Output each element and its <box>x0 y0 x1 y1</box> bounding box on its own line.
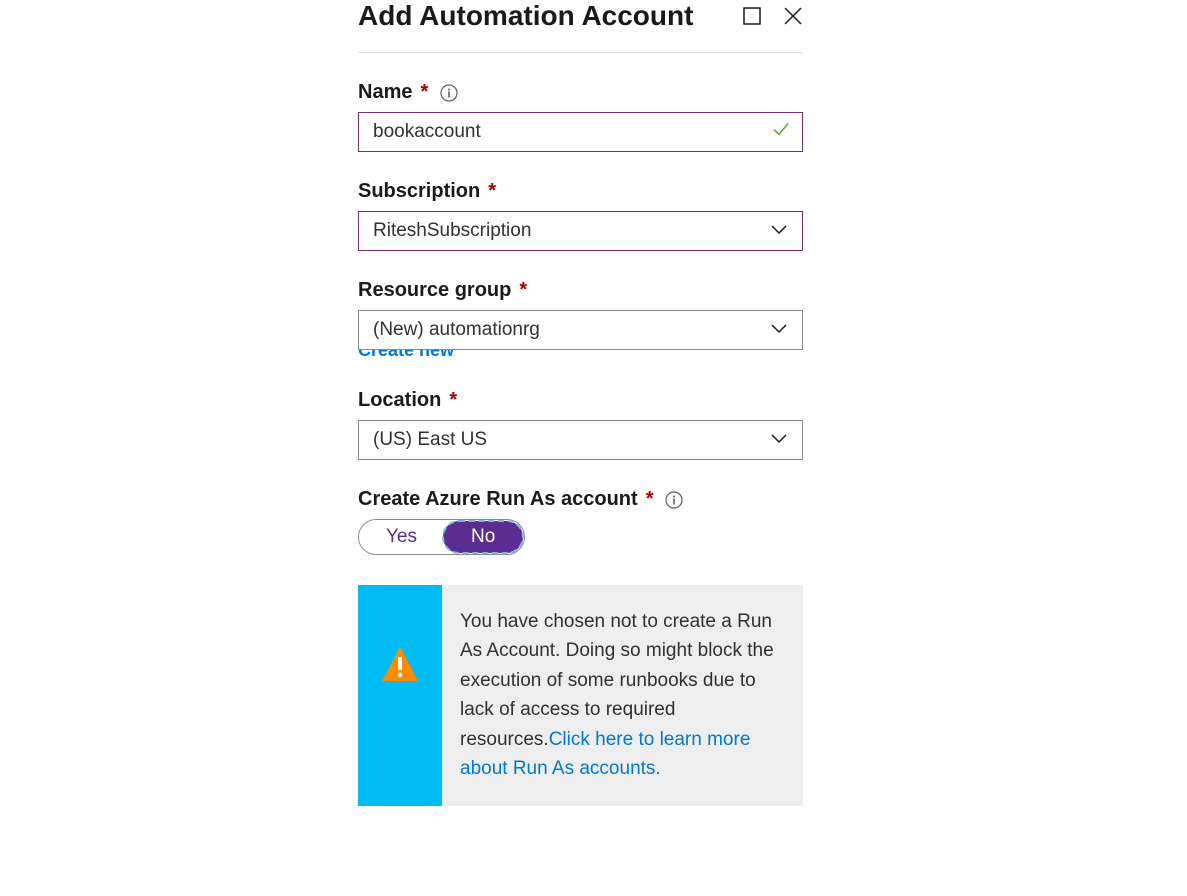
info-icon <box>440 84 458 102</box>
name-input-wrap: bookaccount <box>358 112 803 152</box>
subscription-value: RiteshSubscription <box>373 220 531 242</box>
subscription-select-wrap: RiteshSubscription <box>358 211 803 251</box>
name-input-value: bookaccount <box>373 121 481 143</box>
runas-label: Create Azure Run As account <box>358 488 638 511</box>
required-indicator: * <box>488 180 496 203</box>
chevron-down-icon <box>770 323 788 335</box>
location-value: (US) East US <box>373 429 487 451</box>
resource-group-label-row: Resource group * <box>358 279 803 302</box>
runas-toggle: Yes No <box>358 519 525 555</box>
warning-icon <box>378 643 422 687</box>
subscription-chevron <box>770 220 788 242</box>
resource-group-select[interactable]: (New) automationrg <box>358 310 803 350</box>
runas-no-button[interactable]: No <box>443 521 523 553</box>
maximize-button[interactable] <box>743 7 761 25</box>
subscription-label-row: Subscription * <box>358 180 803 203</box>
runas-info-icon[interactable] <box>665 491 683 509</box>
required-indicator: * <box>449 389 457 412</box>
close-icon <box>783 6 803 26</box>
panel-title: Add Automation Account <box>358 0 693 32</box>
location-select-wrap: (US) East US <box>358 420 803 460</box>
name-valid-icon <box>771 120 791 145</box>
runas-yes-button[interactable]: Yes <box>360 521 443 553</box>
name-info-icon[interactable] <box>440 84 458 102</box>
location-select[interactable]: (US) East US <box>358 420 803 460</box>
add-automation-account-panel: Add Automation Account Name * <box>358 0 803 806</box>
subscription-field-group: Subscription * RiteshSubscription <box>358 180 803 251</box>
info-icon <box>665 491 683 509</box>
chevron-down-icon <box>770 224 788 236</box>
location-chevron <box>770 429 788 451</box>
resource-group-label: Resource group <box>358 279 511 302</box>
check-icon <box>771 120 791 140</box>
location-field-group: Location * (US) East US <box>358 389 803 460</box>
chevron-down-icon <box>770 433 788 445</box>
required-indicator: * <box>420 81 428 104</box>
runas-warning-box: You have chosen not to create a Run As A… <box>358 585 803 806</box>
close-button[interactable] <box>783 6 803 26</box>
name-label-row: Name * <box>358 81 803 104</box>
resource-group-select-wrap: (New) automationrg <box>358 310 803 350</box>
warning-content: You have chosen not to create a Run As A… <box>442 585 803 806</box>
location-label-row: Location * <box>358 389 803 412</box>
runas-field-group: Create Azure Run As account * Yes No <box>358 488 803 555</box>
subscription-select[interactable]: RiteshSubscription <box>358 211 803 251</box>
resource-group-value: (New) automationrg <box>373 319 540 341</box>
warning-sidebar <box>358 585 442 806</box>
name-label: Name <box>358 81 412 104</box>
resource-group-field-group: Resource group * (New) automationrg <box>358 279 803 350</box>
header-actions <box>743 6 803 26</box>
required-indicator: * <box>519 279 527 302</box>
location-label: Location <box>358 389 441 412</box>
panel-header: Add Automation Account <box>358 0 803 53</box>
name-input[interactable]: bookaccount <box>358 112 803 152</box>
maximize-icon <box>743 7 761 25</box>
name-field-group: Name * bookaccount <box>358 81 803 152</box>
required-indicator: * <box>646 488 654 511</box>
subscription-label: Subscription <box>358 180 480 203</box>
runas-label-row: Create Azure Run As account * <box>358 488 803 511</box>
resource-group-chevron <box>770 319 788 341</box>
